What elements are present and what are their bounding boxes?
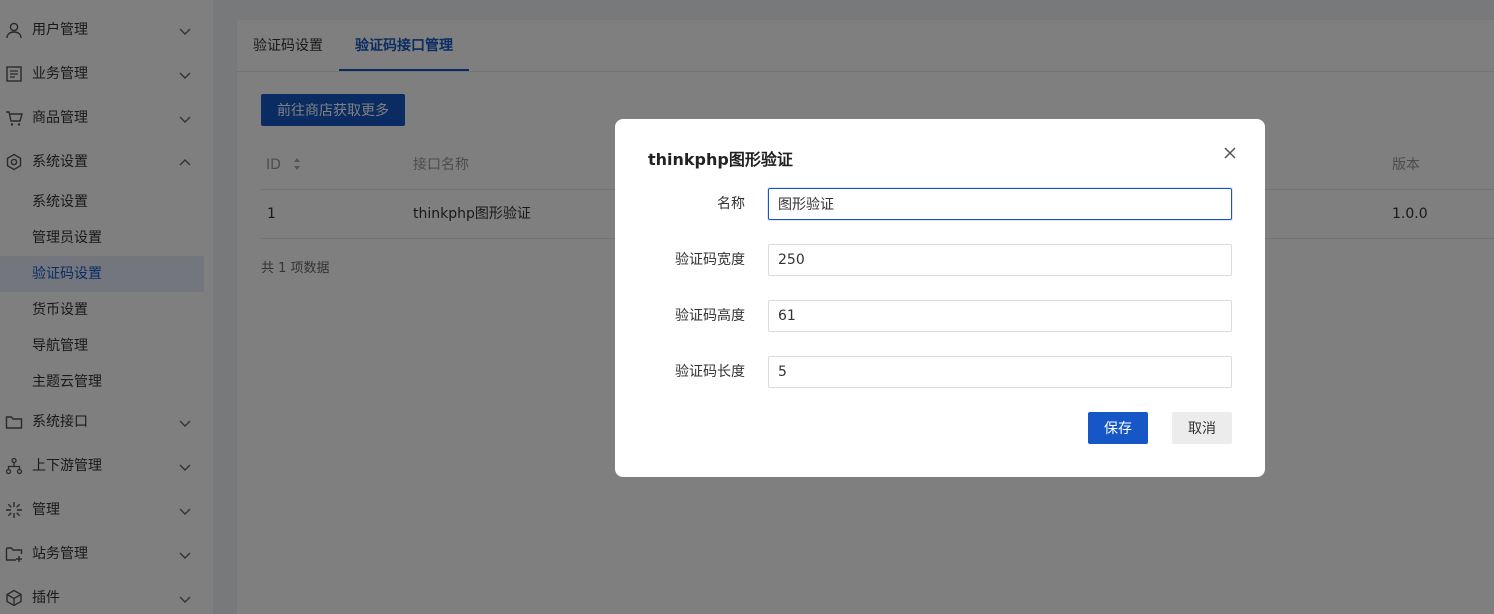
captcha-length-input[interactable] [768, 356, 1232, 388]
captcha-length-label: 验证码长度 [675, 364, 745, 380]
captcha-config-dialog: thinkphp图形验证 名称 验证码宽度 验证码高度 验证码长度 保存 取消 [615, 119, 1265, 477]
name-label: 名称 [717, 196, 745, 212]
close-icon[interactable] [1223, 146, 1237, 160]
captcha-height-input[interactable] [768, 300, 1232, 332]
dialog-title: thinkphp图形验证 [648, 150, 793, 169]
captcha-width-input[interactable] [768, 244, 1232, 276]
name-input[interactable] [768, 188, 1232, 220]
cancel-button[interactable]: 取消 [1172, 412, 1232, 444]
captcha-height-label: 验证码高度 [675, 308, 745, 324]
captcha-width-label: 验证码宽度 [675, 252, 745, 268]
save-button[interactable]: 保存 [1088, 412, 1148, 444]
